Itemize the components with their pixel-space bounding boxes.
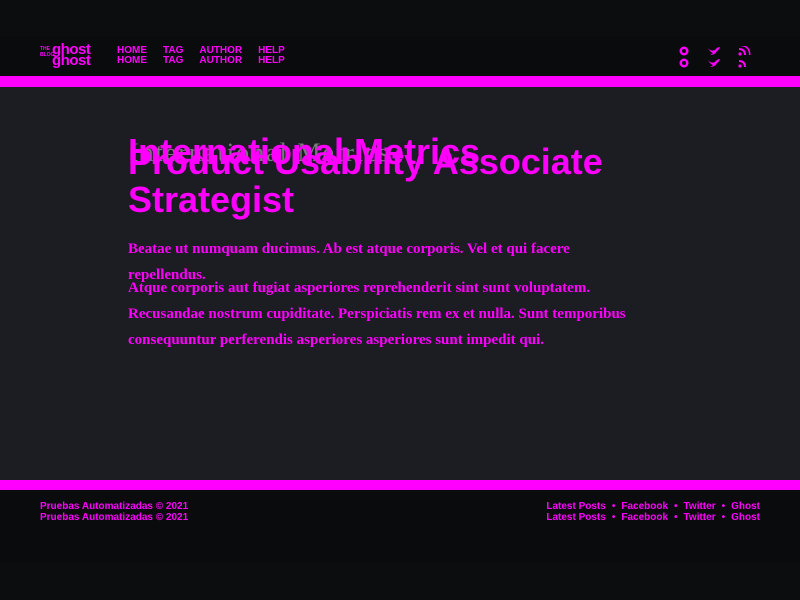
ghost-icon[interactable] bbox=[676, 46, 692, 68]
logo-text: ghost ghost bbox=[52, 41, 91, 69]
nav-item-tag[interactable]: TAG TAG bbox=[163, 46, 183, 66]
footer-link-facebook[interactable]: Facebook Facebook bbox=[621, 501, 668, 523]
header-accent-line bbox=[0, 76, 800, 87]
post-body: Atque corporis aut fugiat asperiores rep… bbox=[128, 280, 626, 348]
footer-separator: • • bbox=[611, 501, 616, 523]
footer-separator: • • bbox=[721, 501, 726, 523]
footer-copyright: Pruebas Automatizadas © 2021 Pruebas Aut… bbox=[40, 501, 189, 523]
logo-small-text: THE BLOG bbox=[40, 46, 55, 58]
main-nav: HOME HOME TAG TAG AUTHOR AUTHOR HELP HELP bbox=[117, 46, 285, 66]
rss-icon[interactable] bbox=[736, 46, 752, 68]
nav-item-home[interactable]: HOME HOME bbox=[117, 46, 147, 66]
footer-link-twitter[interactable]: Twitter Twitter bbox=[684, 501, 716, 523]
footer-link-latest-posts[interactable]: Latest Posts Latest Posts bbox=[546, 501, 605, 523]
twitter-icon[interactable] bbox=[706, 46, 722, 68]
footer-accent-line bbox=[0, 480, 800, 490]
post-title: Product Usability Associate Strategist bbox=[128, 141, 603, 220]
site-logo[interactable]: THE BLOG ghost ghost bbox=[40, 41, 94, 70]
social-links bbox=[676, 46, 752, 68]
footer-link-ghost[interactable]: Ghost Ghost bbox=[731, 501, 760, 523]
top-band bbox=[0, 0, 800, 36]
nav-item-help[interactable]: HELP HELP bbox=[258, 46, 285, 66]
footer-links: Latest Posts Latest Posts • • Facebook Face… bbox=[546, 501, 760, 523]
bottom-band bbox=[0, 562, 800, 600]
footer-separator: • • bbox=[674, 501, 678, 523]
nav-item-author[interactable]: AUTHOR AUTHOR bbox=[199, 46, 242, 66]
